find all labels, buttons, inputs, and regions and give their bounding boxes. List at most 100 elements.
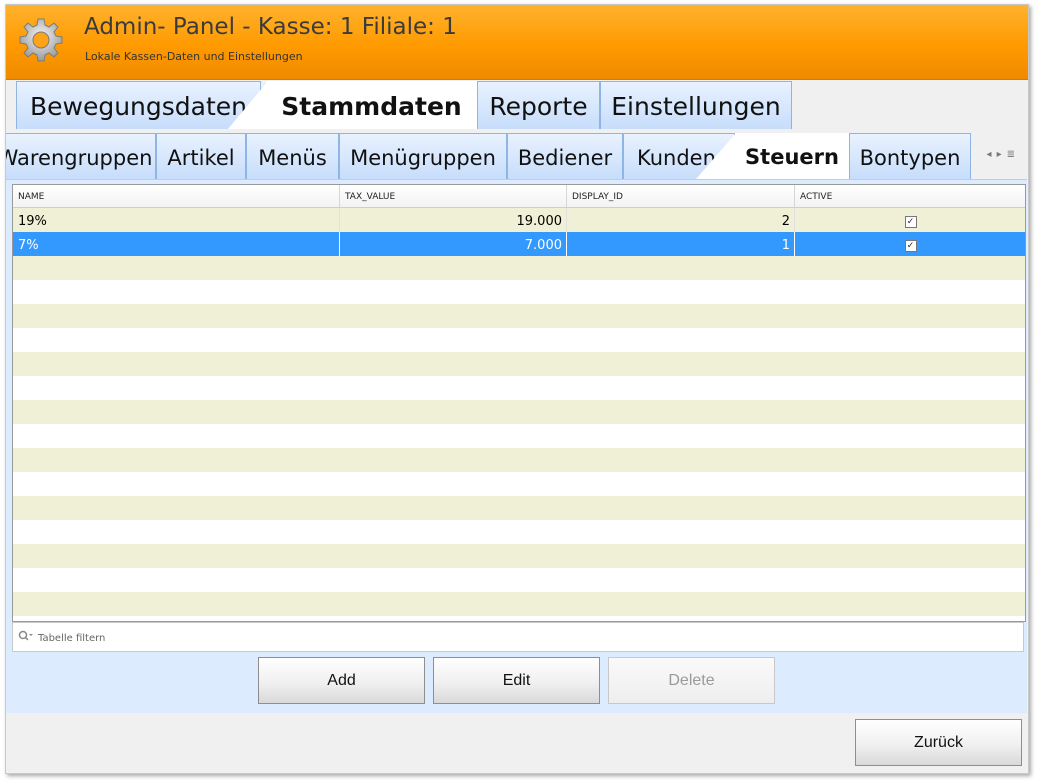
empty-cell bbox=[340, 424, 567, 448]
admin-panel-window: Admin- Panel - Kasse: 1 Filiale: 1 Lokal… bbox=[5, 4, 1029, 774]
tab-scroll-controls[interactable]: ◂▸≣ bbox=[987, 149, 1020, 160]
tab-label: Bediener bbox=[517, 145, 613, 170]
edit-button[interactable]: Edit bbox=[433, 657, 600, 704]
tab-label: Menüs bbox=[258, 145, 327, 170]
table-row-selected[interactable]: 7% 7.000 1 ✓ bbox=[13, 232, 1025, 256]
tab-list-icon[interactable]: ≣ bbox=[1007, 149, 1020, 160]
empty-cell bbox=[340, 328, 567, 352]
table-row-empty bbox=[13, 520, 1025, 544]
cell-tax-value: 7.000 bbox=[340, 232, 567, 256]
empty-cell bbox=[13, 568, 340, 592]
table-row-empty bbox=[13, 592, 1025, 616]
empty-cell bbox=[13, 352, 340, 376]
empty-cell bbox=[567, 376, 795, 400]
tab-bewegungsdaten[interactable]: Bewegungsdaten bbox=[16, 81, 261, 129]
empty-cell bbox=[567, 424, 795, 448]
back-button[interactable]: Zurück bbox=[855, 719, 1022, 766]
tab-label: Bewegungsdaten bbox=[29, 92, 248, 121]
cell-active: ✓ bbox=[795, 208, 1025, 232]
tab-einstellungen[interactable]: Einstellungen bbox=[600, 81, 792, 129]
empty-cell bbox=[795, 400, 1025, 424]
tab-label: Steuern bbox=[745, 145, 839, 169]
column-header-display-id[interactable]: DISPLAY_ID bbox=[567, 185, 795, 207]
empty-cell bbox=[795, 568, 1025, 592]
search-icon bbox=[18, 630, 33, 641]
tab-bediener[interactable]: Bediener bbox=[507, 133, 623, 179]
empty-cell bbox=[340, 448, 567, 472]
tab-label: Reporte bbox=[489, 92, 588, 121]
tab-artikel[interactable]: Artikel bbox=[156, 133, 246, 179]
empty-cell bbox=[13, 328, 340, 352]
cell-name: 19% bbox=[13, 208, 340, 232]
empty-cell bbox=[795, 592, 1025, 616]
tab-label: Warengruppen bbox=[6, 145, 153, 170]
active-checkbox[interactable]: ✓ bbox=[904, 216, 917, 228]
empty-cell bbox=[13, 472, 340, 496]
empty-cell bbox=[567, 304, 795, 328]
table-row-empty bbox=[13, 496, 1025, 520]
empty-cell bbox=[340, 568, 567, 592]
table-row-empty bbox=[13, 256, 1025, 280]
table-filter[interactable]: Tabelle filtern bbox=[12, 622, 1024, 652]
empty-cell bbox=[13, 304, 340, 328]
empty-cell bbox=[567, 520, 795, 544]
window-subtitle: Lokale Kassen-Daten und Einstellungen bbox=[85, 50, 303, 63]
column-header-active[interactable]: ACTIVE bbox=[795, 185, 1025, 207]
tax-table[interactable]: NAME TAX_VALUE DISPLAY_ID ACTIVE 19% 19.… bbox=[12, 184, 1026, 622]
table-row-empty bbox=[13, 448, 1025, 472]
empty-cell bbox=[340, 304, 567, 328]
empty-cell bbox=[340, 592, 567, 616]
table-row[interactable]: 19% 19.000 2 ✓ bbox=[13, 208, 1025, 232]
main-tab-bar: Bewegungsdaten Stammdaten Reporte Einste… bbox=[6, 81, 1028, 129]
tab-warengruppen[interactable]: Warengruppen bbox=[6, 133, 156, 179]
empty-cell bbox=[567, 400, 795, 424]
empty-cell bbox=[340, 400, 567, 424]
table-row-empty bbox=[13, 424, 1025, 448]
empty-cell bbox=[13, 544, 340, 568]
empty-cell bbox=[340, 520, 567, 544]
scroll-left-icon[interactable]: ◂ bbox=[987, 149, 997, 160]
tab-menues[interactable]: Menüs bbox=[246, 133, 339, 179]
empty-cell bbox=[795, 304, 1025, 328]
tab-label: Stammdaten bbox=[281, 91, 462, 121]
empty-cell bbox=[340, 544, 567, 568]
tab-reporte[interactable]: Reporte bbox=[477, 81, 600, 129]
cell-active: ✓ bbox=[795, 232, 1025, 256]
empty-cell bbox=[13, 376, 340, 400]
empty-cell bbox=[795, 328, 1025, 352]
add-button[interactable]: Add bbox=[258, 657, 425, 704]
empty-cell bbox=[795, 520, 1025, 544]
tab-menuegruppen[interactable]: Menügruppen bbox=[339, 133, 507, 179]
empty-cell bbox=[567, 568, 795, 592]
tab-stammdaten[interactable]: Stammdaten bbox=[266, 81, 477, 129]
table-row-empty bbox=[13, 304, 1025, 328]
table-row-empty bbox=[13, 376, 1025, 400]
empty-cell bbox=[795, 448, 1025, 472]
delete-button: Delete bbox=[608, 657, 775, 704]
empty-cell bbox=[340, 496, 567, 520]
table-body: 19% 19.000 2 ✓ 7% 7.000 1 ✓ bbox=[13, 208, 1025, 616]
app-header: Admin- Panel - Kasse: 1 Filiale: 1 Lokal… bbox=[6, 5, 1028, 80]
table-row-empty bbox=[13, 328, 1025, 352]
tab-bontypen[interactable]: Bontypen bbox=[849, 133, 971, 179]
empty-cell bbox=[795, 256, 1025, 280]
empty-cell bbox=[567, 256, 795, 280]
tab-label: Kunden bbox=[637, 145, 716, 170]
table-header: NAME TAX_VALUE DISPLAY_ID ACTIVE bbox=[13, 185, 1025, 208]
empty-cell bbox=[13, 424, 340, 448]
empty-cell bbox=[795, 424, 1025, 448]
column-header-tax-value[interactable]: TAX_VALUE bbox=[340, 185, 567, 207]
empty-cell bbox=[795, 280, 1025, 304]
table-row-empty bbox=[13, 544, 1025, 568]
tab-steuern[interactable]: Steuern bbox=[735, 133, 849, 179]
empty-cell bbox=[567, 472, 795, 496]
empty-cell bbox=[13, 256, 340, 280]
content-panel: NAME TAX_VALUE DISPLAY_ID ACTIVE 19% 19.… bbox=[6, 179, 1027, 714]
cell-display-id: 2 bbox=[567, 208, 795, 232]
scroll-right-icon[interactable]: ▸ bbox=[997, 149, 1007, 160]
table-row-empty bbox=[13, 400, 1025, 424]
empty-cell bbox=[795, 496, 1025, 520]
column-header-name[interactable]: NAME bbox=[13, 185, 340, 207]
active-checkbox[interactable]: ✓ bbox=[904, 240, 917, 252]
empty-cell bbox=[13, 592, 340, 616]
